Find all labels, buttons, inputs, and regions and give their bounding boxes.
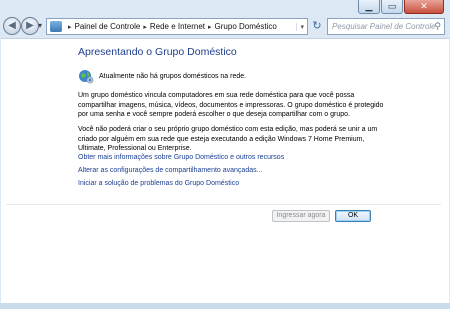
page-title: Apresentando o Grupo Doméstico [78, 46, 237, 58]
edition-notice: Você não poderá criar o seu próprio grup… [78, 126, 378, 153]
navigation-bar: ◀ ▶ ▾ ▸ Painel de Controle ▸ Rede e Inte… [0, 16, 450, 38]
divider [6, 204, 441, 205]
breadcrumb-homegroup[interactable]: Grupo Doméstico [215, 22, 277, 31]
more-info-link[interactable]: Obter mais informações sobre Grupo Domés… [78, 154, 284, 161]
breadcrumb-network-internet[interactable]: Rede e Internet [150, 22, 205, 31]
homegroup-description: Um grupo doméstico vincula computadores … [78, 92, 384, 119]
chevron-right-icon[interactable]: ▸ [143, 23, 147, 31]
troubleshooter-link[interactable]: Iniciar a solução de problemas do Grupo … [78, 180, 239, 187]
search-input[interactable]: Pesquisar Painel de Controle ⚲ [327, 18, 445, 35]
recent-pages-dropdown[interactable]: ▾ [38, 21, 42, 30]
address-dropdown-icon[interactable]: ▾ [296, 22, 307, 31]
search-icon[interactable]: ⚲ [434, 21, 441, 32]
forward-button[interactable]: ▶ [21, 17, 39, 35]
control-panel-icon [50, 21, 62, 32]
window-caption-buttons: ▁ ▭ ✕ [358, 0, 444, 16]
minimize-button[interactable]: ▁ [358, 0, 380, 14]
search-placeholder: Pesquisar Painel de Controle [332, 22, 436, 31]
close-button[interactable]: ✕ [404, 0, 444, 14]
breadcrumb-control-panel[interactable]: Painel de Controle [75, 22, 141, 31]
chevron-right-icon[interactable]: ▸ [68, 23, 72, 31]
chevron-right-icon[interactable]: ▸ [208, 23, 212, 31]
ok-button[interactable]: OK [335, 210, 371, 222]
join-now-button[interactable]: Ingressar agora [272, 210, 330, 222]
homegroup-status: Atualmente não há grupos domésticos na r… [78, 68, 246, 84]
back-button[interactable]: ◀ [3, 17, 21, 35]
window-bottom-edge [0, 303, 450, 309]
refresh-icon[interactable]: ↻ [310, 19, 324, 34]
homegroup-globe-icon [78, 68, 94, 84]
address-bar[interactable]: ▸ Painel de Controle ▸ Rede e Internet ▸… [46, 18, 308, 35]
homegroup-window: ▁ ▭ ✕ ◀ ▶ ▾ ▸ Painel de Controle ▸ Rede … [0, 0, 450, 309]
content-pane: Apresentando o Grupo Doméstico Atualment… [1, 38, 449, 303]
advanced-sharing-settings-link[interactable]: Alterar as configurações de compartilham… [78, 167, 262, 174]
status-text: Atualmente não há grupos domésticos na r… [99, 72, 247, 80]
maximize-button[interactable]: ▭ [381, 0, 403, 14]
